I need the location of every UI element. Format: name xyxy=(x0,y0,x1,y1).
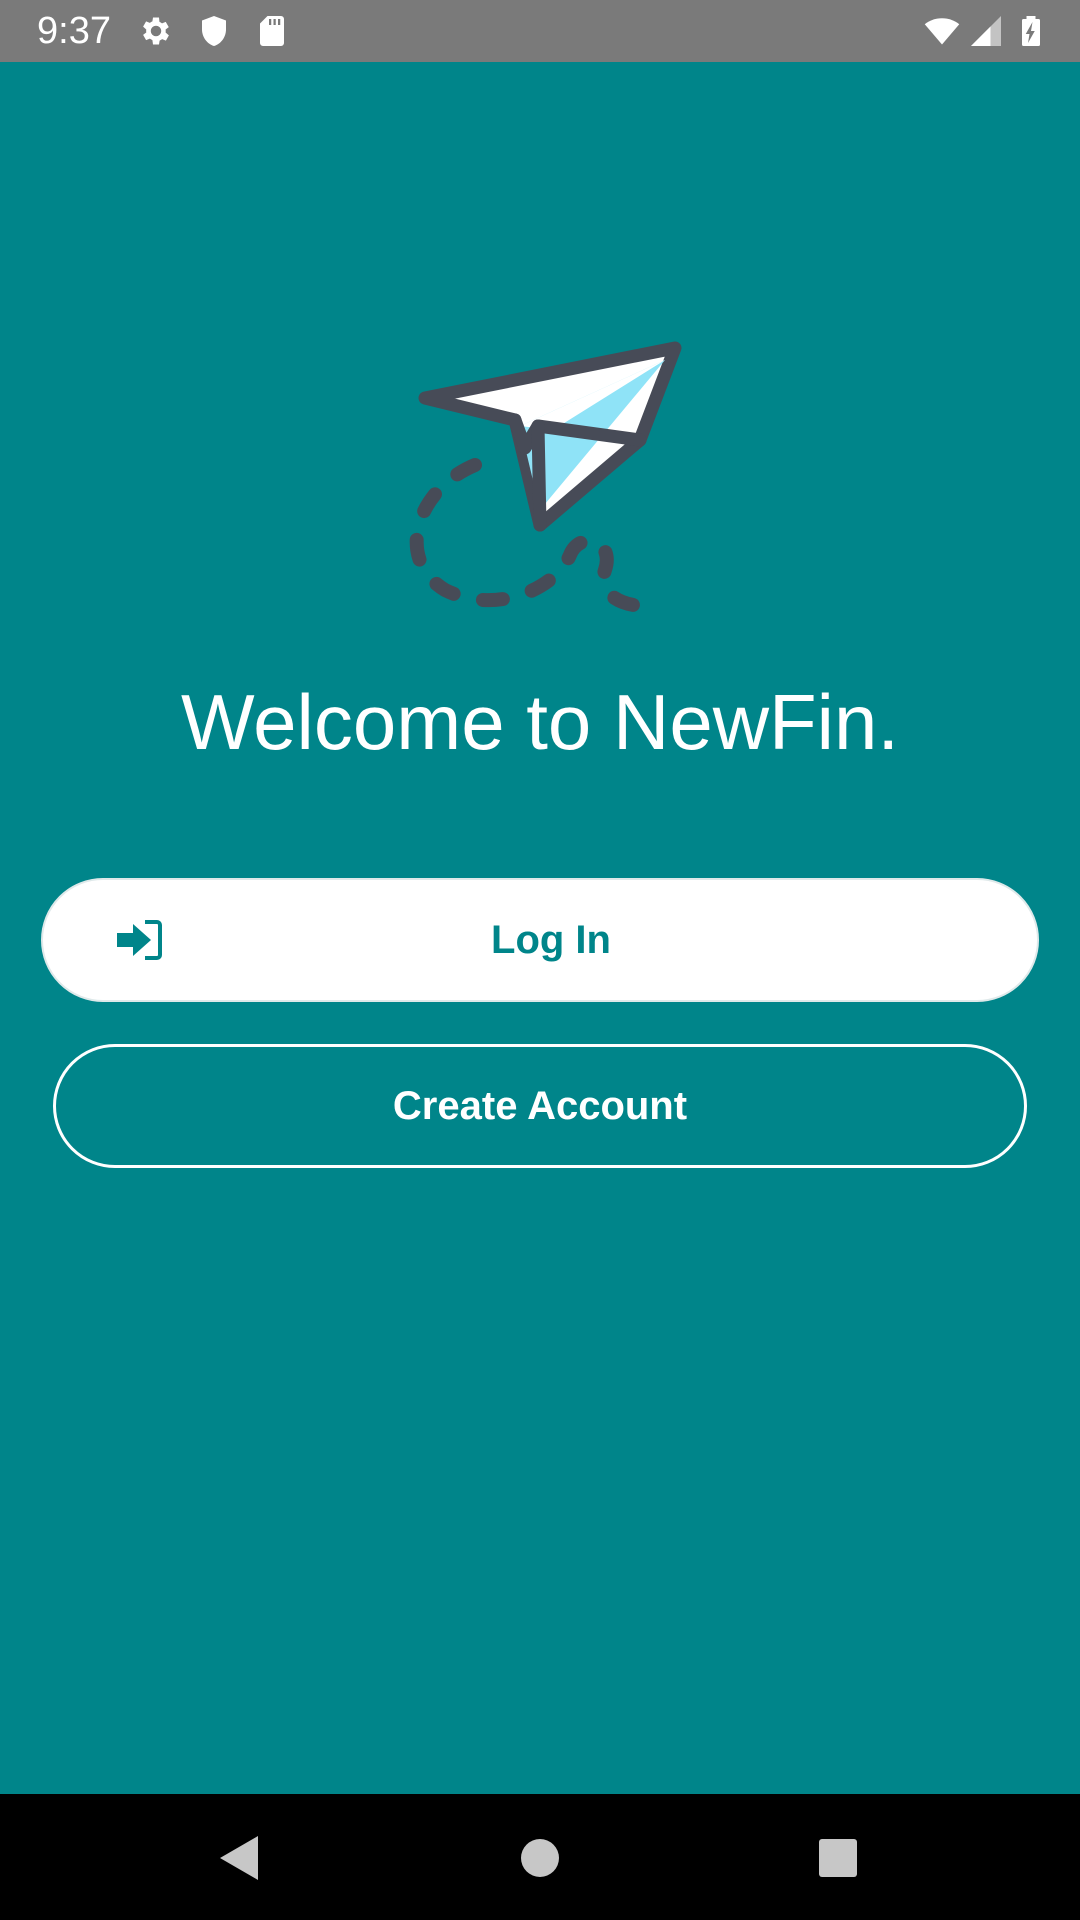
status-bar: 9:37 xyxy=(0,0,1080,62)
gear-icon xyxy=(138,13,174,49)
battery-charging-icon xyxy=(1013,13,1049,49)
back-icon[interactable] xyxy=(210,1828,270,1888)
login-arrow-icon xyxy=(115,918,163,962)
create-account-button[interactable]: Create Account xyxy=(53,1044,1027,1168)
welcome-screen: 9:37 Welcome to NewFin. Log In Create Ac… xyxy=(0,0,1080,1920)
wifi-icon xyxy=(920,13,964,49)
navigation-bar xyxy=(0,1794,1080,1920)
login-button-label: Log In xyxy=(491,917,611,962)
shield-icon xyxy=(196,13,232,49)
paper-plane-icon xyxy=(395,330,695,620)
signal-icon xyxy=(968,13,1004,49)
recents-icon[interactable] xyxy=(808,1828,868,1888)
status-time: 9:37 xyxy=(37,10,111,52)
home-icon[interactable] xyxy=(510,1828,570,1888)
create-account-button-label: Create Account xyxy=(392,1083,688,1128)
login-button[interactable]: Log In xyxy=(41,878,1039,1002)
sd-card-icon xyxy=(254,13,290,49)
page-title: Welcome to NewFin. xyxy=(180,678,900,766)
